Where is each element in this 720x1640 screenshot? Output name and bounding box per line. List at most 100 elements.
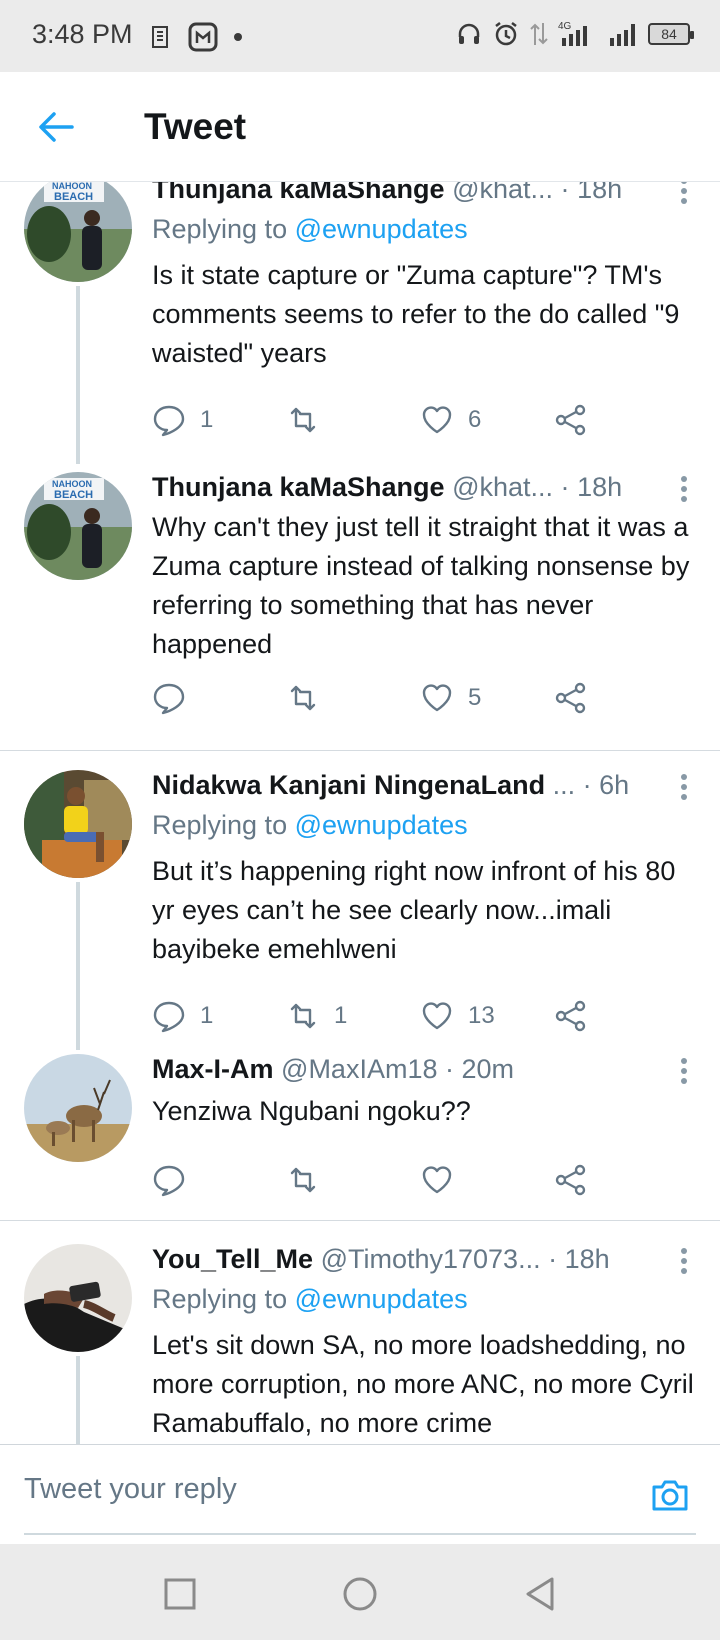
- more-options-icon[interactable]: [674, 474, 694, 504]
- arrow-left-icon[interactable]: [36, 107, 76, 147]
- tweet-text: Let's sit down SA, no more loadshedding,…: [152, 1330, 694, 1438]
- replying-to: Replying to @ewnupdates: [152, 214, 468, 245]
- handle[interactable]: @Timothy17073...: [321, 1244, 541, 1274]
- reply-button[interactable]: [152, 1160, 200, 1200]
- thread-line: [76, 1356, 80, 1444]
- replying-prefix: Replying to: [152, 810, 288, 840]
- timestamp: 18h: [577, 472, 623, 502]
- more-options-icon[interactable]: [674, 1056, 694, 1086]
- comment-icon: [153, 1165, 185, 1197]
- retweet-count: 1: [334, 1002, 348, 1029]
- tweet-actions: [152, 1160, 632, 1200]
- replying-to: Replying to @ewnupdates: [152, 810, 468, 841]
- tweet[interactable]: NAHOON BEACH Thunjana kaMaShange @khat..…: [0, 182, 720, 482]
- more-options-icon[interactable]: [674, 772, 694, 802]
- mention-link[interactable]: @ewnupdates: [295, 1284, 468, 1314]
- separator: ·: [582, 770, 592, 800]
- mention-link[interactable]: @ewnupdates: [295, 810, 468, 840]
- comment-icon: [153, 405, 185, 437]
- reply-input-underline: [24, 1533, 696, 1535]
- display-name[interactable]: Thunjana kaMaShange: [152, 182, 445, 204]
- avatar[interactable]: [24, 1054, 132, 1162]
- share-button[interactable]: [554, 400, 588, 440]
- handle[interactable]: ...: [553, 770, 576, 800]
- like-button[interactable]: 5: [420, 678, 481, 718]
- like-button[interactable]: 6: [420, 400, 481, 440]
- heart-icon: [422, 1166, 452, 1194]
- handle[interactable]: @khat...: [452, 182, 553, 204]
- tweet[interactable]: Max-I-Am @MaxIAm18 · 20m Yenziwa Ngubani…: [0, 1052, 720, 1212]
- signal-icon: [610, 24, 635, 46]
- reply-button[interactable]: [152, 678, 200, 718]
- heart-icon: [422, 684, 452, 712]
- comment-icon: [153, 683, 185, 715]
- timestamp: 18h: [564, 1244, 610, 1274]
- retweet-button[interactable]: [286, 1160, 334, 1200]
- square-icon[interactable]: [160, 1574, 200, 1614]
- page-title: Tweet: [144, 106, 247, 147]
- display-name[interactable]: You_Tell_Me: [152, 1244, 313, 1274]
- replying-to: Replying to @ewnupdates: [152, 1284, 468, 1315]
- display-name[interactable]: Thunjana kaMaShange: [152, 472, 445, 502]
- retweet-button[interactable]: [286, 678, 334, 718]
- svg-text:BEACH: BEACH: [54, 489, 93, 501]
- circle-icon[interactable]: [340, 1574, 380, 1614]
- separator: ·: [560, 182, 570, 204]
- tweet-text: But it’s happening right now infront of …: [152, 856, 676, 964]
- divider: [0, 1220, 720, 1221]
- share-icon: [555, 404, 586, 436]
- retweet-icon: [290, 1167, 316, 1193]
- replying-prefix: Replying to: [152, 214, 288, 244]
- retweet-button[interactable]: [286, 400, 334, 440]
- svg-text:NAHOON: NAHOON: [52, 479, 92, 489]
- like-count: 6: [468, 406, 482, 433]
- share-button[interactable]: [554, 678, 588, 718]
- like-count: 13: [468, 1002, 495, 1029]
- handle[interactable]: @khat...: [452, 472, 553, 502]
- tweet-text: Why can't they just tell it straight tha…: [152, 512, 690, 659]
- share-button[interactable]: [554, 1160, 588, 1200]
- tweet-header: You_Tell_Me @Timothy17073... · 18h: [152, 1244, 704, 1282]
- timestamp: 18h: [577, 182, 623, 204]
- sim-card-icon: [152, 26, 168, 48]
- more-options-icon[interactable]: [674, 182, 694, 206]
- more-options-icon[interactable]: [674, 1246, 694, 1276]
- tweet-header: Thunjana kaMaShange @khat... · 18h: [152, 472, 704, 510]
- display-name[interactable]: Nidakwa Kanjani NingenaLand: [152, 770, 545, 800]
- reply-button[interactable]: 1: [152, 996, 213, 1036]
- svg-text:BEACH: BEACH: [54, 191, 93, 203]
- heart-icon: [422, 1002, 452, 1030]
- retweet-button[interactable]: 1: [286, 996, 347, 1036]
- handle[interactable]: @MaxIAm18: [281, 1054, 437, 1084]
- svg-text:NAHOON: NAHOON: [52, 182, 92, 191]
- comment-icon: [153, 1001, 185, 1033]
- tweet-actions: 5: [152, 678, 632, 718]
- triangle-back-icon[interactable]: [520, 1574, 560, 1614]
- reply-count: 1: [200, 406, 214, 433]
- reply-composer: Tweet your reply: [0, 1444, 720, 1544]
- display-name[interactable]: Max-I-Am: [152, 1054, 274, 1084]
- replying-prefix: Replying to: [152, 1284, 288, 1314]
- avatar[interactable]: [24, 770, 132, 878]
- mention-link[interactable]: @ewnupdates: [295, 214, 468, 244]
- battery-level: 84: [661, 26, 677, 42]
- timestamp: 20m: [461, 1054, 515, 1084]
- avatar[interactable]: NAHOON BEACH: [24, 472, 132, 580]
- share-button[interactable]: [554, 996, 588, 1036]
- reply-input[interactable]: Tweet your reply: [24, 1473, 237, 1506]
- reply-feed[interactable]: NAHOON BEACH Thunjana kaMaShange @khat..…: [0, 182, 720, 1444]
- tweet[interactable]: Nidakwa Kanjani NingenaLand ... · 6h Rep…: [0, 752, 720, 1052]
- tweet[interactable]: NAHOON BEACH Thunjana kaMaShange @khat..…: [0, 472, 720, 734]
- tweet[interactable]: You_Tell_Me @Timothy17073... · 18h Reply…: [0, 1222, 720, 1444]
- camera-icon[interactable]: [648, 1473, 692, 1517]
- avatar[interactable]: NAHOON BEACH: [24, 182, 132, 282]
- status-left-icons: [150, 22, 244, 52]
- avatar[interactable]: [24, 1244, 132, 1352]
- reply-button[interactable]: 1: [152, 400, 213, 440]
- tweet-text: Is it state capture or "Zuma capture"? T…: [152, 260, 680, 368]
- share-icon: [555, 1000, 586, 1032]
- separator: ·: [445, 1054, 454, 1084]
- like-button[interactable]: 13: [420, 996, 495, 1036]
- like-button[interactable]: [420, 1160, 468, 1200]
- retweet-icon: [290, 407, 316, 433]
